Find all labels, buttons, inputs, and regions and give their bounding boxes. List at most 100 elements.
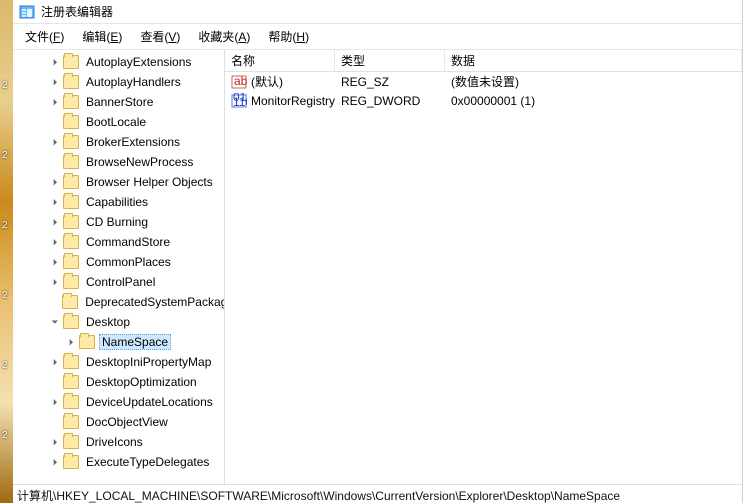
value-data: 0x00000001 (1) — [445, 94, 742, 108]
chevron-right-icon[interactable]: ⏵ — [49, 356, 61, 368]
tree-node[interactable]: ⏵ Capabilities — [13, 192, 225, 212]
menu-bar: 文件(F) 编辑(E) 查看(V) 收藏夹(A) 帮助(H) — [13, 24, 742, 50]
chevron-right-icon[interactable]: ⏵ — [49, 276, 61, 288]
folder-icon — [63, 195, 79, 209]
value-row[interactable]: ab(默认)REG_SZ(数值未设置) — [225, 72, 742, 91]
folder-icon — [63, 55, 79, 69]
tree-node[interactable]: ⏵CommandStore — [13, 232, 225, 252]
tree-node[interactable]: ⏵ CommonPlaces — [13, 252, 225, 272]
chevron-right-icon[interactable]: ⏵ — [49, 216, 61, 228]
folder-icon — [63, 255, 79, 269]
tree-node-label: DeprecatedSystemPackages — [82, 294, 225, 310]
folder-icon — [63, 455, 79, 469]
tree-node[interactable]: BrowseNewProcess — [13, 152, 225, 172]
menu-file[interactable]: 文件(F) — [17, 26, 72, 47]
value-list-panel[interactable]: 名称 类型 数据 ab(默认)REG_SZ(数值未设置)011110Monito… — [225, 50, 742, 484]
chevron-right-icon[interactable]: ⏵ — [49, 96, 61, 108]
tree-node[interactable]: ⏵ ControlPanel — [13, 272, 225, 292]
tree-node[interactable]: ⏵ Browser Helper Objects — [13, 172, 225, 192]
folder-icon — [63, 155, 79, 169]
folder-icon — [63, 275, 79, 289]
tree-node[interactable]: ⏵AutoplayExtensions — [13, 52, 225, 72]
chevron-right-icon[interactable]: ⏵ — [49, 436, 61, 448]
regedit-icon — [19, 4, 35, 20]
folder-icon — [63, 315, 79, 329]
chevron-right-icon[interactable]: ⏵ — [49, 196, 61, 208]
folder-icon — [63, 375, 79, 389]
menu-view[interactable]: 查看(V) — [132, 26, 188, 47]
chevron-right-icon[interactable]: ⏵ — [49, 236, 61, 248]
tree-node-label: BrokerExtensions — [83, 134, 183, 150]
tree-node[interactable]: ⏵ DesktopIniPropertyMap — [13, 352, 225, 372]
status-path: 计算机\HKEY_LOCAL_MACHINE\SOFTWARE\Microsof… — [17, 489, 620, 503]
tree-node-label: ControlPanel — [83, 274, 158, 290]
tree-node[interactable]: ⏵ CD Burning — [13, 212, 225, 232]
tree-node[interactable]: DocObjectView — [13, 412, 225, 432]
folder-icon — [63, 115, 79, 129]
chevron-right-icon[interactable]: ⏵ — [65, 336, 77, 348]
tree-node-label: DesktopIniPropertyMap — [83, 354, 214, 370]
menu-help[interactable]: 帮助(H) — [260, 26, 317, 47]
tree-node-label: CommonPlaces — [83, 254, 174, 270]
tree-node[interactable]: ⏵AutoplayHandlers — [13, 72, 225, 92]
folder-icon — [63, 75, 79, 89]
tree-node-label: CD Burning — [83, 214, 151, 230]
tree-node-label: Capabilities — [83, 194, 151, 210]
list-header: 名称 类型 数据 — [225, 50, 742, 72]
tree-node[interactable]: BootLocale — [13, 112, 225, 132]
tree-node[interactable]: ⏵ExecuteTypeDelegates — [13, 452, 225, 472]
folder-icon — [63, 175, 79, 189]
col-header-name[interactable]: 名称 — [225, 50, 335, 71]
string-value-icon: ab — [231, 74, 247, 90]
tree-node[interactable]: ⏵ BannerStore — [13, 92, 225, 112]
folder-icon — [63, 235, 79, 249]
list-body: ab(默认)REG_SZ(数值未设置)011110MonitorRegistry… — [225, 72, 742, 110]
tree-node[interactable]: ⏵DeviceUpdateLocations — [13, 392, 225, 412]
tree-node-label: BannerStore — [83, 94, 156, 110]
tree-node-label: BrowseNewProcess — [83, 154, 196, 170]
chevron-right-icon[interactable]: ⏵ — [49, 396, 61, 408]
value-row[interactable]: 011110 MonitorRegistryREG_DWORD0x00000001… — [225, 91, 742, 110]
window-title: 注册表编辑器 — [41, 3, 113, 20]
external-side-strip: 2 2 2 2 2 2 — [0, 0, 13, 503]
col-header-type[interactable]: 类型 — [335, 50, 445, 71]
regedit-window: 注册表编辑器 文件(F) 编辑(E) 查看(V) 收藏夹(A) 帮助(H) ⏵A… — [13, 0, 742, 503]
tree-node[interactable]: ⏵ NameSpace — [13, 332, 225, 352]
title-bar[interactable]: 注册表编辑器 — [13, 0, 742, 24]
tree-node[interactable]: ⏷Desktop — [13, 312, 225, 332]
tree-node[interactable]: DesktopOptimization — [13, 372, 225, 392]
folder-icon — [63, 395, 79, 409]
chevron-right-icon[interactable]: ⏵ — [49, 56, 61, 68]
tree-panel[interactable]: ⏵AutoplayExtensions⏵AutoplayHandlers⏵Ban… — [13, 50, 225, 484]
value-data: (数值未设置) — [445, 73, 742, 90]
folder-icon — [62, 295, 78, 309]
folder-icon — [63, 415, 79, 429]
tree-node-label: DriveIcons — [83, 434, 146, 450]
tree-node[interactable]: ⏵ BrokerExtensions — [13, 132, 225, 152]
binary-value-icon: 011110 — [231, 93, 247, 109]
chevron-right-icon[interactable]: ⏵ — [49, 136, 61, 148]
folder-icon — [63, 135, 79, 149]
tree-node-label: DocObjectView — [83, 414, 171, 430]
tree-node-label: DesktopOptimization — [83, 374, 200, 390]
tree-node[interactable]: ⏵ DriveIcons — [13, 432, 225, 452]
chevron-right-icon[interactable]: ⏵ — [49, 256, 61, 268]
value-name: MonitorRegistry — [251, 94, 335, 108]
value-type: REG_DWORD — [335, 94, 445, 108]
chevron-right-icon[interactable]: ⏵ — [49, 76, 61, 88]
tree-node-label: NameSpace — [99, 334, 171, 350]
col-header-data[interactable]: 数据 — [445, 50, 742, 71]
folder-icon — [63, 435, 79, 449]
menu-favorites[interactable]: 收藏夹(A) — [190, 26, 258, 47]
folder-icon — [63, 215, 79, 229]
chevron-down-icon[interactable]: ⏷ — [49, 316, 61, 328]
svg-text:ab: ab — [234, 74, 247, 88]
chevron-right-icon[interactable]: ⏵ — [49, 456, 61, 468]
tree-node-label: Browser Helper Objects — [83, 174, 216, 190]
value-name: (默认) — [251, 73, 283, 90]
client-area: ⏵AutoplayExtensions⏵AutoplayHandlers⏵Ban… — [13, 50, 742, 484]
folder-icon — [79, 335, 95, 349]
tree-node[interactable]: DeprecatedSystemPackages — [13, 292, 225, 312]
menu-edit[interactable]: 编辑(E) — [74, 26, 130, 47]
chevron-right-icon[interactable]: ⏵ — [49, 176, 61, 188]
